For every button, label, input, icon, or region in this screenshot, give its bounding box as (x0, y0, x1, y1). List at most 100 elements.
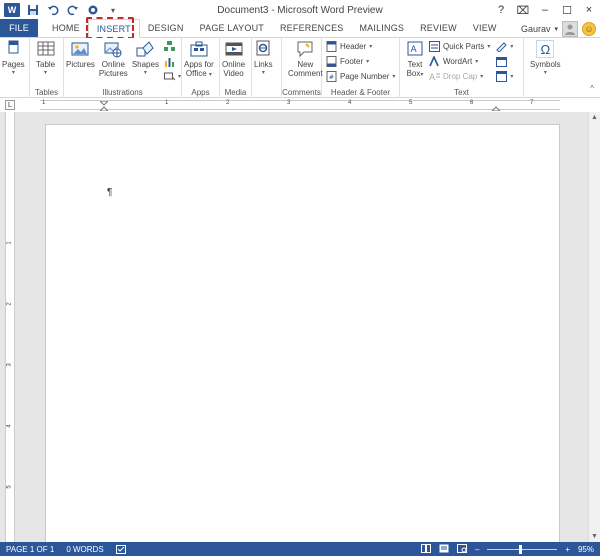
text-box-icon: A (406, 40, 424, 58)
ruler-mark: 6 (470, 100, 474, 106)
ruler-mark: 5 (409, 100, 413, 106)
tab-file[interactable]: FILE (0, 19, 38, 37)
maximize-button[interactable]: ☐ (558, 2, 576, 18)
scroll-down-icon[interactable]: ▼ (591, 533, 598, 540)
group-pages: Pages ▾ (0, 38, 30, 98)
customize-qat-icon[interactable]: ▾ (106, 3, 120, 17)
feedback-smiley-icon[interactable]: ☺ (582, 22, 596, 36)
user-account[interactable]: Gaurav ▾ ☺ (521, 20, 596, 38)
signature-line-button[interactable]: ▾ (496, 40, 513, 52)
text-box-button[interactable]: A Text Box▾ (404, 40, 426, 80)
tab-design[interactable]: DESIGN (140, 19, 192, 37)
tab-home[interactable]: HOME (44, 19, 88, 37)
chart-button[interactable] (164, 55, 181, 67)
new-comment-button[interactable]: New Comment (286, 40, 325, 78)
word-count[interactable]: 0 WORDS (60, 545, 109, 554)
online-video-button[interactable]: Online Video (220, 40, 247, 78)
group-header-footer: Header ▾ Footer ▾ # Page Number ▾ Header & … (322, 38, 400, 98)
video-label-1: Online (222, 60, 246, 69)
apps-for-office-button[interactable]: Apps for Office ▾ (182, 40, 216, 80)
zoom-level[interactable]: 95% (578, 545, 594, 554)
redo-icon[interactable] (66, 3, 80, 17)
video-label-2: Video (223, 69, 244, 78)
zoom-slider[interactable] (487, 544, 558, 554)
page-count[interactable]: PAGE 1 OF 1 (0, 545, 60, 554)
zoom-in-button[interactable]: + (565, 545, 570, 554)
tab-view[interactable]: VIEW (465, 19, 505, 37)
pages-button[interactable]: Pages ▾ (0, 40, 27, 78)
quick-parts-button[interactable]: Quick Parts ▾ (429, 40, 490, 52)
minimize-button[interactable]: – (536, 2, 554, 18)
collapse-ribbon-icon[interactable]: ^ (590, 84, 594, 93)
header-button[interactable]: Header ▾ (326, 40, 395, 52)
symbols-button[interactable]: Ω Symbols ▾ (528, 40, 563, 78)
read-mode-icon[interactable] (420, 543, 431, 555)
page-number-icon: # (326, 70, 337, 82)
calendar-icon (496, 56, 508, 67)
group-comments: New Comment Comments (282, 38, 325, 98)
save-icon[interactable] (26, 3, 40, 17)
left-indent-marker[interactable] (100, 101, 108, 111)
svg-text:#: # (329, 74, 334, 81)
online-pictures-label-2: Pictures (98, 69, 128, 78)
print-layout-icon[interactable] (439, 544, 449, 555)
links-button[interactable]: Links ▾ (252, 40, 275, 78)
tab-review[interactable]: REVIEW (412, 19, 465, 37)
screenshot-dropdown-icon: ▾ (177, 73, 181, 80)
table-button[interactable]: Table ▾ (34, 40, 57, 78)
close-button[interactable]: × (580, 2, 598, 18)
ribbon-insert: Pages ▾ Table ▾ Tables Pictures Online P… (0, 38, 600, 98)
page-number-button[interactable]: # Page Number ▾ (326, 70, 395, 82)
vertical-scrollbar[interactable]: ▲ ▼ (588, 112, 600, 542)
help-button[interactable]: ? (492, 2, 510, 18)
tab-page-layout[interactable]: PAGE LAYOUT (192, 19, 272, 37)
object-button[interactable]: ▾ (496, 70, 513, 82)
smartart-button[interactable] (163, 40, 181, 52)
ruler-row: L 1 1 2 3 4 5 6 7 (0, 98, 600, 112)
scroll-up-icon[interactable]: ▲ (591, 114, 598, 121)
screenshot-button[interactable]: ▾ (163, 70, 181, 82)
group-links: Links ▾ (252, 38, 282, 98)
tab-references[interactable]: REFERENCES (272, 19, 352, 37)
group-media: Online Video Media (220, 38, 252, 98)
right-indent-marker[interactable] (492, 101, 500, 111)
vruler-mark: 4 (6, 424, 13, 428)
date-time-button[interactable] (496, 55, 513, 67)
online-pictures-label-1: Online (101, 60, 125, 69)
group-label-links (252, 88, 281, 98)
apps-label-2: Office ▾ (185, 69, 212, 78)
tab-mailings[interactable]: MAILINGS (351, 19, 412, 37)
pictures-button[interactable]: Pictures (64, 40, 97, 69)
tab-selector[interactable]: L (5, 100, 15, 110)
table-label: Table (36, 60, 56, 69)
ruler-mark: 3 (287, 100, 291, 106)
proofing-icon[interactable] (110, 544, 132, 554)
insert-tab-highlight (86, 17, 134, 39)
vertical-ruler[interactable]: 1 2 3 4 5 (5, 112, 15, 542)
chevron-down-icon: ▾ (554, 26, 558, 33)
shapes-icon (136, 40, 155, 58)
wordart-icon (429, 55, 440, 67)
touch-mode-icon[interactable] (86, 3, 100, 17)
symbols-label: Symbols (530, 60, 561, 69)
footer-button[interactable]: Footer ▾ (326, 55, 395, 67)
online-pictures-button[interactable]: Online Pictures (97, 40, 130, 78)
vruler-mark: 3 (6, 363, 13, 367)
shapes-button[interactable]: Shapes ▾ (130, 40, 161, 78)
undo-icon[interactable] (46, 3, 60, 17)
table-dropdown-icon: ▾ (44, 70, 48, 76)
ruler-mark: 1 (42, 100, 46, 106)
group-label-media: Media (224, 88, 247, 97)
wordart-button[interactable]: WordArt ▾ (429, 55, 490, 67)
zoom-out-button[interactable]: – (475, 545, 479, 554)
zoom-slider-thumb[interactable] (519, 544, 523, 554)
document-page[interactable]: ¶ (45, 124, 560, 542)
ribbon-display-options-button[interactable]: ⌧ (514, 2, 532, 18)
web-layout-icon[interactable] (456, 543, 467, 555)
horizontal-ruler[interactable]: 1 1 2 3 4 5 6 7 (40, 100, 560, 111)
drop-cap-button[interactable]: A Drop Cap ▾ (429, 70, 490, 82)
video-icon (225, 40, 243, 58)
group-label-text: Text (454, 88, 469, 97)
word-logo-icon[interactable]: W (4, 3, 20, 17)
text-box-label-2: Box▾ (406, 69, 424, 78)
